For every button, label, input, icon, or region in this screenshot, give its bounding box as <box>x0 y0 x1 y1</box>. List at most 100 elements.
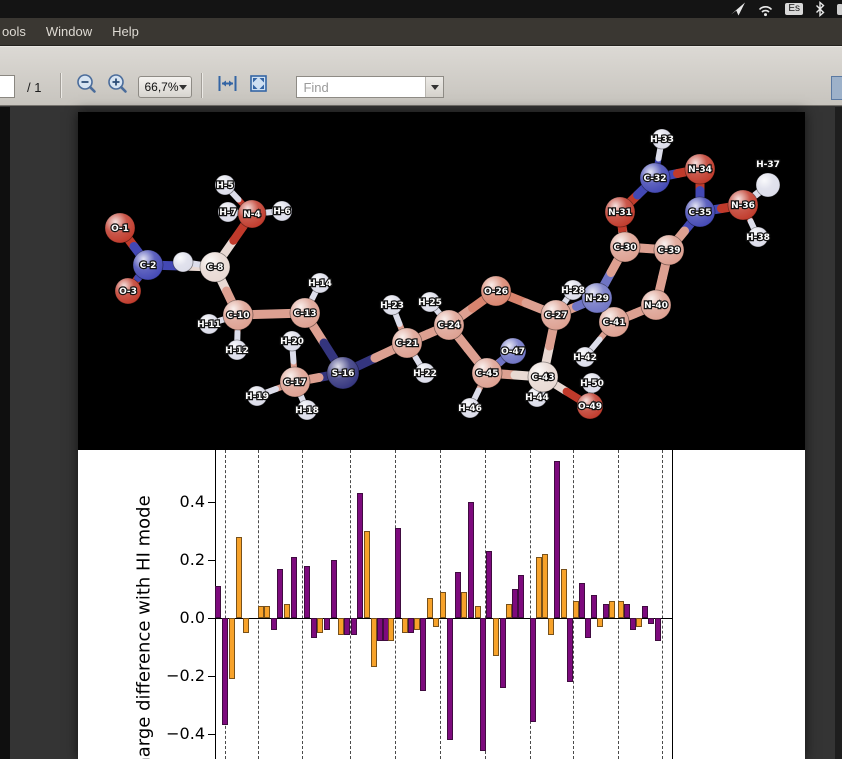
atom-label: C-32 <box>643 174 666 184</box>
system-tray: Es <box>730 0 840 18</box>
fit-page-button[interactable] <box>245 72 272 98</box>
atom-label: H-12 <box>225 346 249 356</box>
atom-label: C-30 <box>613 243 636 253</box>
right-spine <box>672 450 673 759</box>
bar <box>642 606 648 618</box>
fit-width-icon <box>216 72 239 98</box>
bar <box>440 592 446 618</box>
atom-label: C-17 <box>283 378 306 388</box>
document-area: O-1O-1C-2C-2O-3O-3H-5H-5H-6H-6H-7H-7N-4N… <box>0 107 842 759</box>
atom-label: C-10 <box>226 311 249 321</box>
menu-item-window[interactable]: Window <box>36 24 102 39</box>
atom-label: C-13 <box>293 309 316 319</box>
page-number-entry[interactable] <box>0 75 15 98</box>
atom-label: H-25 <box>418 298 442 308</box>
wifi-icon[interactable] <box>757 1 774 17</box>
zoom-in-button[interactable] <box>104 72 131 98</box>
zoom-level-combo[interactable]: 66,7% <box>138 76 192 98</box>
y-tick-label: 0.0 <box>165 608 205 627</box>
bar <box>461 592 467 618</box>
menu-item-tools[interactable]: ools <box>0 24 36 39</box>
bar <box>486 551 492 618</box>
atom-label: H-19 <box>245 392 269 402</box>
bar <box>624 604 630 619</box>
atom-label: H-37 <box>756 160 780 170</box>
atom-label: H-6 <box>273 207 291 217</box>
zero-line <box>215 618 672 619</box>
network-icon[interactable] <box>730 1 746 17</box>
gridline <box>258 450 259 759</box>
bar <box>344 618 350 635</box>
bar <box>395 528 401 618</box>
zoom-out-icon <box>75 72 98 98</box>
molecule-render: O-1O-1C-2C-2O-3O-3H-5H-5H-6H-6H-7H-7N-4N… <box>78 112 805 450</box>
bar <box>468 502 474 618</box>
atom-label: H-7 <box>219 208 237 218</box>
y-tick-mark <box>208 734 215 735</box>
bar <box>271 618 277 630</box>
bar <box>364 531 370 618</box>
toolbar-right-cut-button[interactable] <box>831 76 842 100</box>
gridline <box>350 450 351 759</box>
bar <box>655 618 661 641</box>
bar <box>480 618 486 751</box>
atom-label: O-49 <box>578 402 602 412</box>
bar <box>591 595 597 618</box>
bar <box>548 618 554 635</box>
atom-highlight <box>756 173 780 197</box>
bar <box>222 618 228 725</box>
fit-width-button[interactable] <box>214 72 241 98</box>
y-tick-mark <box>208 676 215 677</box>
bar <box>215 586 221 618</box>
charge-chart-figure: harge difference with HI mode 0.40.20.0−… <box>78 450 805 759</box>
menu-item-help[interactable]: Help <box>102 24 149 39</box>
y-tick-mark <box>208 502 215 503</box>
zoom-out-button[interactable] <box>73 72 100 98</box>
y-tick-mark <box>208 560 215 561</box>
bar <box>493 618 499 656</box>
atom-label: O-47 <box>501 347 525 357</box>
bar <box>420 618 426 691</box>
chevron-down-icon <box>431 85 439 90</box>
sidebar-strip <box>0 107 10 759</box>
atom-label: N-40 <box>644 301 668 311</box>
atom-label: C-39 <box>657 246 680 256</box>
bar <box>317 618 323 633</box>
y-tick-mark <box>208 618 215 619</box>
bar <box>291 557 297 618</box>
bar <box>331 560 337 618</box>
molecule-figure: O-1O-1C-2C-2O-3O-3H-5H-5H-6H-6H-7H-7N-4N… <box>78 112 805 450</box>
zoom-in-icon <box>106 72 129 98</box>
bar <box>427 598 433 618</box>
atom-label: H-38 <box>746 233 770 243</box>
battery-icon[interactable] <box>837 4 842 15</box>
gridline <box>662 450 663 759</box>
atom-label: N-4 <box>243 210 261 220</box>
atom-label: O-1 <box>111 224 129 234</box>
keyboard-layout-badge[interactable]: Es <box>785 3 803 15</box>
bar <box>648 618 654 624</box>
right-edge-strip <box>835 107 842 759</box>
atom-label: H-22 <box>413 369 437 379</box>
find-dropdown-button[interactable] <box>425 77 443 97</box>
chevron-down-icon <box>179 85 187 90</box>
find-combo[interactable]: Find <box>296 76 444 98</box>
y-tick-label: −0.2 <box>165 666 205 685</box>
atom-highlight <box>173 252 193 272</box>
atom-label: N-36 <box>731 201 755 211</box>
atom-label: N-34 <box>688 165 712 175</box>
bar <box>561 569 567 618</box>
system-bar: Es <box>0 0 842 18</box>
bar <box>264 606 270 618</box>
atom-label: N-29 <box>585 294 609 304</box>
atom-label: H-18 <box>295 406 319 416</box>
bar <box>447 618 453 740</box>
atom-label: H-44 <box>525 393 549 403</box>
atom-label: H-50 <box>580 379 604 389</box>
toolbar: / 1 66,7% <box>0 46 842 106</box>
find-input[interactable]: Find <box>297 77 425 97</box>
gridline <box>302 450 303 759</box>
atom-label: H-46 <box>458 404 482 414</box>
bluetooth-icon[interactable] <box>814 1 826 17</box>
atom-label: C-21 <box>395 339 418 349</box>
